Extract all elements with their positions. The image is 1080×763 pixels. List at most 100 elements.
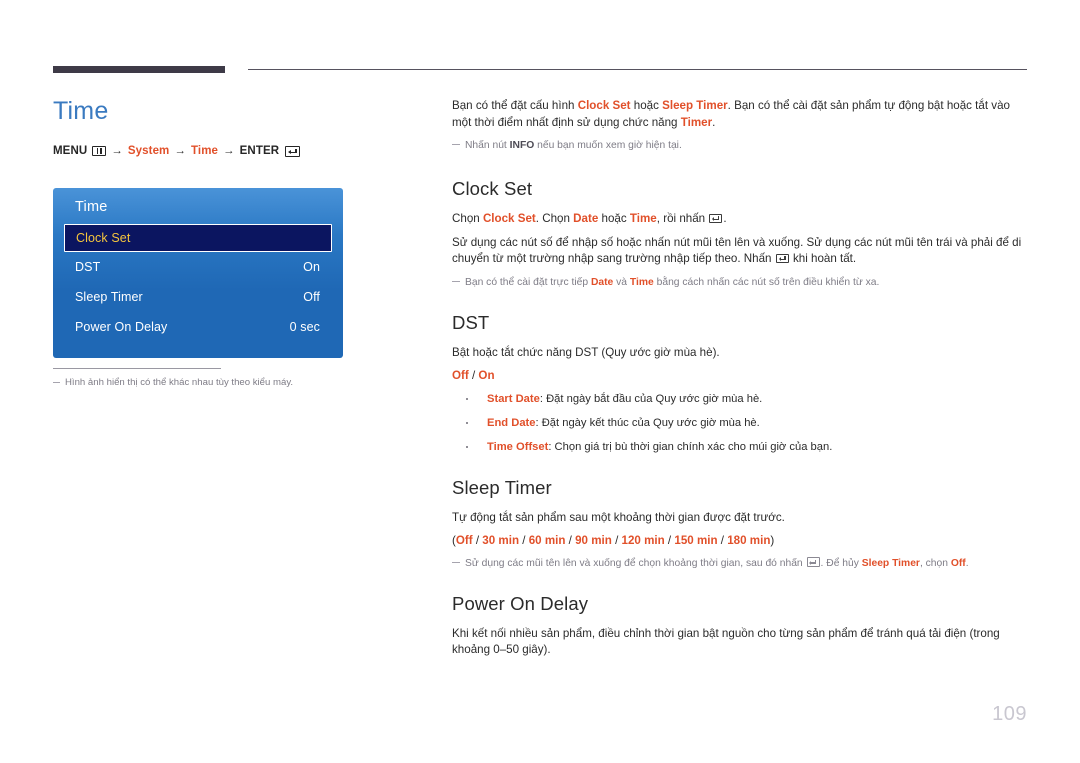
cs-tip-hl-date: Date (590, 276, 614, 288)
cs-p2-b: khi hoàn tất. (789, 252, 857, 265)
sleep-timer-option-3: 90 min (575, 534, 612, 547)
sleep-timer-option-6: 180 min (727, 534, 771, 547)
enter-key-icon (709, 213, 723, 223)
intro-tip-strong-info: INFO (509, 140, 535, 151)
header-divider-rule (248, 69, 1027, 70)
osd-menu-list: Clock Set DST On Sleep Timer Off Power O… (53, 224, 343, 342)
cs-p1-d: , rồi nhấn (656, 212, 709, 225)
intro-text-a: Bạn có thể đặt cấu hình (452, 99, 578, 112)
dst-option-on: On (478, 369, 495, 382)
cs-tip-c: bằng cách nhấn các nút số trên điều khiể… (653, 276, 880, 288)
sleep-timer-option-1: 30 min (482, 534, 520, 547)
osd-item-dst[interactable]: DST On (64, 252, 332, 282)
osd-item-label: Sleep Timer (75, 290, 143, 304)
dst-bullet-desc-end-date: : Đặt ngày kết thúc của Quy ước giờ mùa … (535, 416, 760, 429)
clock-set-paragraph-2: Sử dụng các nút số để nhập số hoặc nhấn … (452, 235, 1028, 268)
osd-item-label: Power On Delay (75, 320, 168, 334)
osd-item-label: Clock Set (76, 231, 131, 245)
sleep-timer-option-0: Off (455, 534, 473, 547)
menu-bars-icon (92, 146, 107, 156)
clock-set-tip: Bạn có thể cài đặt trực tiếp Date và Tim… (452, 275, 1028, 290)
footnote-line: Hình ảnh hiển thị có thể khác nhau tùy t… (53, 376, 373, 390)
section-heading-power-on-delay: Power On Delay (452, 592, 589, 614)
cs-p2-a: Sử dụng các nút số để nhập số hoặc nhấn … (452, 235, 1022, 266)
st-tip-a: Sử dụng các mũi tên lên và xuống để chọn… (465, 557, 806, 569)
breadcrumb: MENU → System → Time → ENTER (53, 145, 413, 157)
list-item: End Date: Đặt ngày kết thúc của Quy ước … (452, 415, 1028, 431)
dst-bullet-term-end-date: End Date (487, 416, 536, 429)
dst-bullet-term-time-offset: Time Offset (487, 440, 549, 453)
st-tip-hl-off: Off (950, 557, 966, 569)
right-column: Bạn có thể đặt cấu hình Clock Set hoặc S… (452, 98, 1028, 666)
enter-key-icon (285, 145, 301, 157)
st-tip-d: . (965, 557, 969, 569)
dst-option-separator: / (468, 369, 479, 382)
intro-tip-b: nếu bạn muốn xem giờ hiện tại. (534, 140, 682, 151)
cs-hl-clock-set: Clock Set (482, 212, 536, 225)
section-heading-clock-set: Clock Set (452, 178, 533, 199)
intro-paragraph: Bạn có thể đặt cấu hình Clock Set hoặc S… (452, 98, 1028, 131)
sleep-timer-option-5: 150 min (674, 534, 718, 547)
cs-hl-date: Date (573, 212, 599, 225)
cs-p1-b: . Chọn (535, 212, 574, 225)
dst-option-off: Off (452, 369, 469, 382)
osd-item-power-on-delay[interactable]: Power On Delay 0 sec (64, 312, 332, 342)
intro-tip-a: Nhấn nút (465, 140, 510, 151)
enter-key-icon (775, 253, 789, 263)
osd-item-value: Off (303, 290, 320, 304)
intro-highlight-clock-set: Clock Set (577, 99, 631, 112)
breadcrumb-enter-label: ENTER (239, 145, 280, 157)
left-column: Time MENU → System → Time → ENTER (53, 96, 413, 157)
header-accent-bar (53, 66, 225, 73)
clock-set-paragraph-1: Chọn Clock Set. Chọn Date hoặc Time, rồi… (452, 211, 1028, 228)
osd-item-sleep-timer[interactable]: Sleep Timer Off (64, 282, 332, 312)
breadcrumb-arrow-2: → (174, 145, 186, 157)
dst-paragraph-1: Bật hoặc tắt chức năng DST (Quy ước giờ … (452, 345, 720, 359)
footnote-dash-icon (53, 382, 60, 383)
dst-bullet-list: Start Date: Đặt ngày bắt đầu của Quy ước… (452, 391, 1028, 455)
osd-item-value: On (303, 260, 320, 274)
sleep-timer-option-4: 120 min (621, 534, 665, 547)
sleep-timer-close-paren: ) (770, 534, 775, 547)
breadcrumb-item-time[interactable]: Time (191, 145, 218, 157)
footnote-rule (53, 368, 221, 369)
intro-tip-body: Nhấn nút INFO nếu bạn muốn xem giờ hiện … (465, 138, 682, 153)
sleep-timer-tip-body: Sử dụng các mũi tên lên và xuống để chọn… (465, 556, 969, 571)
intro-text-b: hoặc (630, 99, 663, 112)
footnote-text: Hình ảnh hiển thị có thể khác nhau tùy t… (65, 377, 294, 388)
cs-p1-e: . (723, 212, 727, 225)
tip-dash-icon (452, 280, 460, 282)
osd-item-clock-set[interactable]: Clock Set (64, 224, 332, 252)
dst-bullet-desc-start-date: : Đặt ngày bắt đầu của Quy ước giờ mùa h… (539, 392, 763, 405)
sleep-timer-option-2: 60 min (528, 534, 566, 547)
breadcrumb-arrow-1: → (111, 145, 123, 157)
intro-highlight-sleep-timer: Sleep Timer (662, 99, 728, 112)
dst-options-line: Off / On (452, 368, 1028, 385)
cs-tip-b: và (613, 276, 630, 288)
osd-item-label: DST (75, 260, 101, 274)
sleep-timer-options-line: (Off / 30 min / 60 min / 90 min / 120 mi… (452, 534, 775, 547)
breadcrumb-menu-label: MENU (53, 145, 88, 157)
osd-panel-title: Time (75, 199, 108, 215)
left-footnote: Hình ảnh hiển thị có thể khác nhau tùy t… (53, 368, 373, 390)
cs-p1-a: Chọn (452, 212, 483, 225)
clock-set-tip-body: Bạn có thể cài đặt trực tiếp Date và Tim… (465, 275, 879, 290)
section-heading-dst: DST (452, 311, 490, 333)
section-heading-sleep-timer: Sleep Timer (452, 476, 552, 498)
sleep-timer-paragraph-1: Tự động tắt sản phẩm sau một khoảng thời… (452, 510, 785, 524)
intro-tip: Nhấn nút INFO nếu bạn muốn xem giờ hiện … (452, 138, 1028, 153)
page-number: 109 (992, 703, 1027, 725)
breadcrumb-item-system[interactable]: System (128, 145, 170, 157)
osd-menu-panel: Time Clock Set DST On Sleep Timer Off Po… (53, 188, 343, 358)
tip-dash-icon (452, 144, 460, 145)
st-tip-b: . Để hủy (820, 557, 862, 569)
intro-highlight-timer: Timer (680, 115, 713, 129)
intro-text-d: . (712, 115, 716, 129)
tip-dash-icon (452, 561, 460, 563)
power-on-delay-paragraph-1: Khi kết nối nhiều sản phẩm, điều chỉnh t… (452, 626, 1000, 657)
cs-tip-hl-time: Time (629, 276, 654, 288)
list-item: Start Date: Đặt ngày bắt đầu của Quy ước… (452, 391, 1028, 407)
list-item: Time Offset: Chọn giá trị bù thời gian c… (452, 439, 1028, 455)
cs-tip-a: Bạn có thể cài đặt trực tiếp (465, 276, 591, 288)
cs-hl-time: Time (629, 212, 657, 225)
